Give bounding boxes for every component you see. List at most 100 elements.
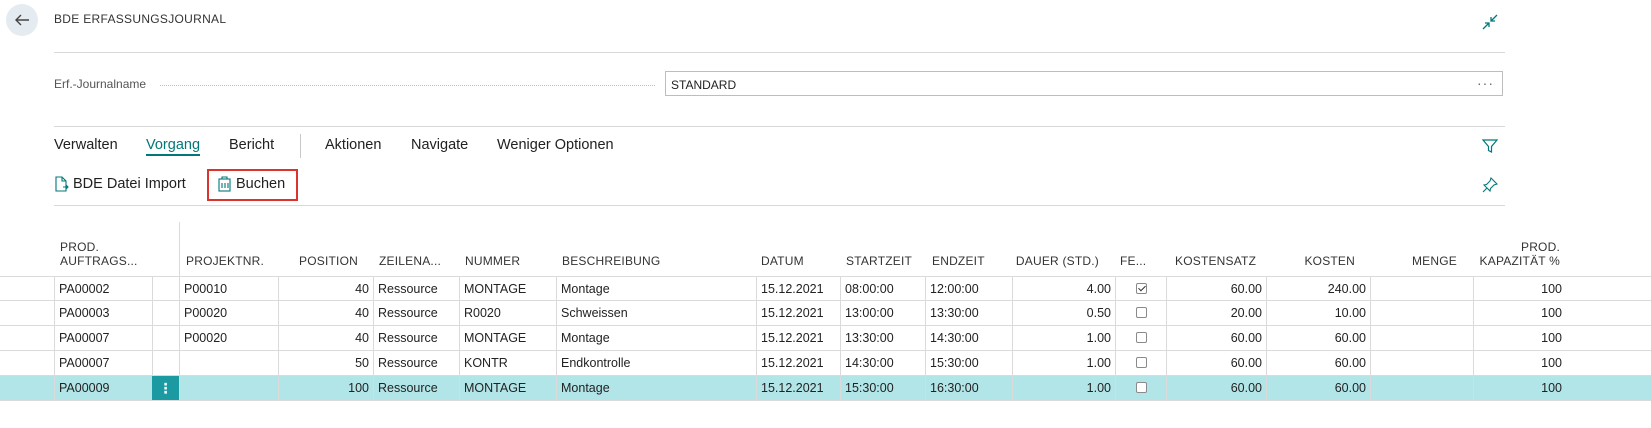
cell-row-menu[interactable] [152,326,179,350]
cell-endzeit[interactable]: 13:30:00 [925,301,1012,325]
cell-kosten[interactable]: 60.00 [1266,376,1370,400]
cell-row-menu[interactable] [152,301,179,325]
cell-datum[interactable]: 15.12.2021 [756,301,840,325]
cell-nummer[interactable]: MONTAGE [459,326,556,350]
table-row[interactable]: PA00007 50 Ressource KONTR Endkontrolle 15.12… [0,351,1651,376]
cell-zeilenart[interactable]: Ressource [373,326,459,350]
cell-projektnr[interactable] [179,351,278,375]
tab-navigate[interactable]: Navigate [411,137,468,153]
cell-projektnr[interactable]: P00010 [179,277,278,301]
cell-datum[interactable]: 15.12.2021 [756,376,840,400]
cell-kapazitaet[interactable]: 100 [1473,277,1566,301]
cell-nummer[interactable]: MONTAGE [459,277,556,301]
cell-projektnr[interactable]: P00020 [179,326,278,350]
col-header-position[interactable]: POSITION [278,222,358,276]
col-header-dauer[interactable]: DAUER (STD.) [1012,222,1099,276]
cell-datum[interactable]: 15.12.2021 [756,351,840,375]
tab-verwalten[interactable]: Verwalten [54,137,118,153]
table-row[interactable]: PA00002 P00010 40 Ressource MONTAGE Montage 15… [0,276,1651,301]
cell-zeilenart[interactable]: Ressource [373,351,459,375]
cell-datum[interactable]: 15.12.2021 [756,277,840,301]
cell-menge[interactable] [1370,326,1473,350]
cell-fertig[interactable] [1115,351,1166,375]
tab-aktionen[interactable]: Aktionen [325,137,381,153]
cell-endzeit[interactable]: 14:30:00 [925,326,1012,350]
table-row[interactable]: PA00003 P00020 40 Ressource R0020 Schweissen 1… [0,301,1651,326]
cell-auftrag[interactable]: PA00003 [54,301,152,325]
cell-startzeit[interactable]: 13:30:00 [840,326,925,350]
journal-name-input[interactable]: STANDARD ··· [665,71,1503,96]
cell-beschreibung[interactable]: Schweissen [556,301,756,325]
cell-dauer[interactable]: 1.00 [1012,351,1115,375]
cell-kostensatz[interactable]: 60.00 [1166,376,1266,400]
row-menu-button[interactable]: ⋮ [152,376,179,400]
cell-kapazitaet[interactable]: 100 [1473,376,1566,400]
col-header-kosten[interactable]: KOSTEN [1266,222,1355,276]
cell-dauer[interactable]: 4.00 [1012,277,1115,301]
tab-weniger-optionen[interactable]: Weniger Optionen [497,137,614,153]
cell-projektnr[interactable]: P00020 [179,301,278,325]
cell-menge[interactable] [1370,277,1473,301]
col-header-beschreibung[interactable]: BESCHREIBUNG [562,222,752,276]
cell-kostensatz[interactable]: 60.00 [1166,277,1266,301]
cell-dauer[interactable]: 1.00 [1012,376,1115,400]
cell-beschreibung[interactable]: Montage [556,376,756,400]
cell-nummer[interactable]: R0020 [459,301,556,325]
cell-auftrag[interactable]: PA00007 [54,351,152,375]
col-header-nummer[interactable]: NUMMER [465,222,555,276]
cell-startzeit[interactable]: 13:00:00 [840,301,925,325]
col-header-datum[interactable]: DATUM [761,222,841,276]
cell-fertig[interactable] [1115,326,1166,350]
cell-zeilenart[interactable]: Ressource [373,277,459,301]
fertig-checkbox[interactable] [1135,382,1147,394]
back-button[interactable] [6,4,38,36]
fertig-checkbox[interactable] [1135,283,1147,295]
cell-kapazitaet[interactable]: 100 [1473,301,1566,325]
cell-nummer[interactable]: MONTAGE [459,376,556,400]
cell-menge[interactable] [1370,351,1473,375]
cell-kostensatz[interactable]: 20.00 [1166,301,1266,325]
cell-dauer[interactable]: 1.00 [1012,326,1115,350]
cell-nummer[interactable]: KONTR [459,351,556,375]
table-row-selected[interactable]: PA00009 ⋮ 100 Ressource MONTAGE Montage 15.12.… [0,376,1651,401]
cell-auftrag[interactable]: PA00002 [54,277,152,301]
cell-endzeit[interactable]: 12:00:00 [925,277,1012,301]
more-options-button[interactable]: ··· [1477,75,1494,91]
cell-position[interactable]: 100 [278,376,373,400]
col-header-fertig[interactable]: FE... [1120,222,1160,276]
col-header-kapazitaet[interactable]: PROD. KAPAZITÄT % [1470,222,1560,276]
cell-kosten[interactable]: 60.00 [1266,326,1370,350]
col-header-zeilenart[interactable]: ZEILENA... [379,222,459,276]
cell-position[interactable]: 40 [278,326,373,350]
fertig-checkbox[interactable] [1135,357,1147,369]
fertig-checkbox[interactable] [1135,307,1147,319]
cell-kosten[interactable]: 10.00 [1266,301,1370,325]
cell-beschreibung[interactable]: Endkontrolle [556,351,756,375]
cell-startzeit[interactable]: 08:00:00 [840,277,925,301]
cell-endzeit[interactable]: 16:30:00 [925,376,1012,400]
cell-startzeit[interactable]: 15:30:00 [840,376,925,400]
cell-row-menu[interactable] [152,277,179,301]
cell-position[interactable]: 40 [278,301,373,325]
cell-position[interactable]: 40 [278,277,373,301]
cell-kosten[interactable]: 240.00 [1266,277,1370,301]
table-row[interactable]: PA00007 P00020 40 Ressource MONTAGE Montage 15… [0,326,1651,351]
cell-fertig[interactable] [1115,376,1166,400]
cell-fertig[interactable] [1115,301,1166,325]
bde-datei-import-button[interactable]: BDE Datei Import [54,176,186,192]
col-header-auftrag[interactable]: PROD. AUFTRAGS... [60,222,150,276]
cell-startzeit[interactable]: 14:30:00 [840,351,925,375]
cell-fertig[interactable] [1115,277,1166,301]
cell-beschreibung[interactable]: Montage [556,277,756,301]
cell-dauer[interactable]: 0.50 [1012,301,1115,325]
cell-endzeit[interactable]: 15:30:00 [925,351,1012,375]
cell-row-menu[interactable] [152,351,179,375]
col-header-menge[interactable]: MENGE [1370,222,1457,276]
cell-kosten[interactable]: 60.00 [1266,351,1370,375]
cell-position[interactable]: 50 [278,351,373,375]
cell-kostensatz[interactable]: 60.00 [1166,326,1266,350]
cell-menge[interactable] [1370,376,1473,400]
cell-auftrag[interactable]: PA00007 [54,326,152,350]
col-header-kostensatz[interactable]: KOSTENSATZ [1175,222,1265,276]
col-header-endzeit[interactable]: ENDZEIT [932,222,1012,276]
